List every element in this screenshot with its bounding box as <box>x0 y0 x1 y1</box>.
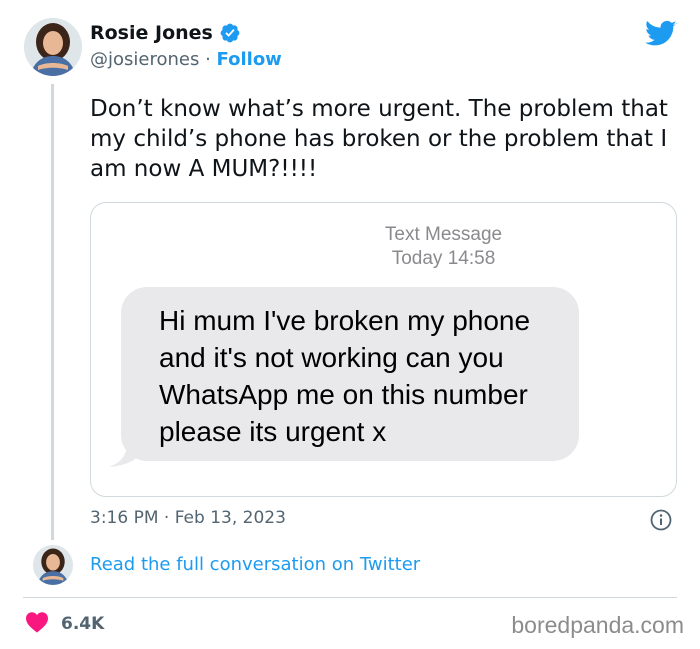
reply-avatar[interactable] <box>33 545 73 585</box>
sms-message-text: Hi mum I've broken my phone and it's not… <box>159 305 531 447</box>
thread-connector-line <box>51 84 54 540</box>
read-full-conversation-link[interactable]: Read the full conversation on Twitter <box>90 554 420 575</box>
heart-icon <box>25 611 49 637</box>
author-avatar[interactable] <box>24 18 82 76</box>
twitter-bird-icon[interactable] <box>645 20 677 48</box>
author-display-name[interactable]: Rosie Jones <box>90 22 213 44</box>
source-watermark: boredpanda.com <box>511 612 684 638</box>
sms-header-time: Today 14:58 <box>391 248 496 269</box>
tweet-timestamp[interactable]: 3:16 PM · Feb 13, 2023 <box>90 508 286 528</box>
footer-divider <box>23 597 677 598</box>
follow-button[interactable]: Follow <box>217 49 282 70</box>
avatar-image <box>24 18 82 76</box>
info-icon[interactable] <box>650 509 672 531</box>
avatar-image-small <box>33 545 73 585</box>
author-handle[interactable]: @josierones <box>90 49 199 70</box>
verified-badge-icon <box>219 22 241 44</box>
like-button[interactable]: 6.4K <box>25 611 104 637</box>
handle-separator: · <box>205 49 217 70</box>
tweet-media-card[interactable]: Text Message Today 14:58 Hi mum I've bro… <box>90 202 677 497</box>
author-handle-row: @josierones · Follow <box>90 49 282 70</box>
sms-header-title: Text Message <box>384 224 503 245</box>
sms-bubble: Hi mum I've broken my phone and it's not… <box>109 287 584 467</box>
tweet-body: Don’t know what’s more urgent. The probl… <box>90 96 668 182</box>
author-name-row[interactable]: Rosie Jones <box>90 22 241 44</box>
like-count: 6.4K <box>61 614 105 634</box>
